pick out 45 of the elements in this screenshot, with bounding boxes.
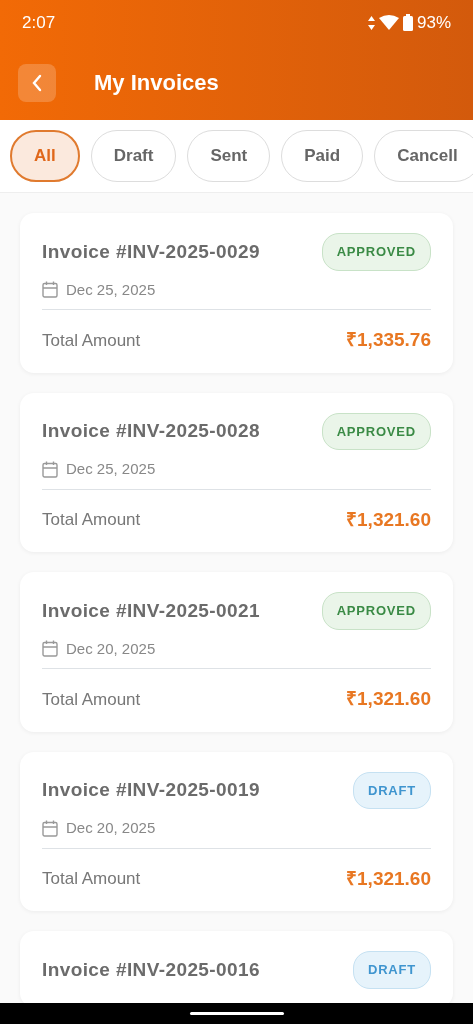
battery-percent: 93% bbox=[416, 11, 451, 34]
invoice-number: Invoice #INV-2025-0016 bbox=[42, 957, 260, 982]
invoice-number: Invoice #INV-2025-0028 bbox=[42, 419, 260, 443]
filter-chip[interactable]: Draft bbox=[90, 130, 177, 182]
filter-chip[interactable]: Sent bbox=[187, 130, 271, 182]
status-tag: APPROVED bbox=[321, 592, 431, 630]
filter-chip[interactable]: All bbox=[10, 130, 80, 182]
invoice-amount: ₹1,321.60 bbox=[346, 687, 431, 711]
status-tag: APPROVED bbox=[321, 412, 431, 450]
calendar-icon bbox=[42, 640, 58, 658]
status-time: 2:07 bbox=[22, 11, 56, 34]
invoice-date: Dec 25, 2025 bbox=[66, 459, 156, 479]
invoice-date: Dec 20, 2025 bbox=[66, 638, 156, 659]
invoice-number: Invoice #INV-2025-0021 bbox=[42, 598, 260, 623]
wifi-icon bbox=[378, 15, 399, 30]
amount-label: Total Amount bbox=[42, 868, 141, 890]
invoice-date: Dec 20, 2025 bbox=[66, 818, 156, 838]
status-tag: DRAFT bbox=[352, 951, 431, 989]
back-icon bbox=[30, 72, 44, 93]
invoice-amount: ₹1,321.60 bbox=[346, 507, 431, 532]
back-button[interactable] bbox=[18, 63, 56, 102]
invoice-amount: ₹1,321.60 bbox=[346, 866, 431, 891]
battery-icon bbox=[402, 14, 413, 31]
home-indicator[interactable] bbox=[189, 1012, 284, 1015]
status-tag: APPROVED bbox=[321, 233, 431, 271]
invoice-date: Dec 25, 2025 bbox=[66, 279, 156, 300]
calendar-icon bbox=[42, 819, 58, 837]
page-title: My Invoices bbox=[94, 69, 219, 97]
invoice-card[interactable]: Invoice #INV-2025-0016 DRAFT bbox=[20, 931, 453, 1003]
invoice-card[interactable]: Invoice #INV-2025-0028 APPROVED Dec 25, 2025 Total Amount ₹1,321.60 bbox=[20, 392, 453, 552]
amount-label: Total Amount bbox=[42, 688, 141, 711]
invoice-number: Invoice #INV-2025-0029 bbox=[42, 239, 260, 264]
invoice-card[interactable]: Invoice #INV-2025-0019 DRAFT Dec 20, 2025 Total Amount ₹1,321.60 bbox=[20, 751, 453, 911]
status-tag: DRAFT bbox=[352, 771, 431, 809]
amount-label: Total Amount bbox=[42, 509, 141, 531]
invoice-amount: ₹1,335.76 bbox=[346, 328, 431, 352]
amount-label: Total Amount bbox=[42, 329, 141, 352]
filter-chip[interactable]: Cancell bbox=[374, 130, 473, 182]
invoice-card[interactable]: Invoice #INV-2025-0021 APPROVED Dec 20, 2025 Total Amount ₹1,321.60 bbox=[20, 572, 453, 732]
filter-chip[interactable]: Paid bbox=[281, 130, 364, 182]
calendar-icon bbox=[42, 460, 58, 478]
calendar-icon bbox=[42, 281, 58, 299]
data-arrows-icon bbox=[367, 15, 375, 30]
invoice-number: Invoice #INV-2025-0019 bbox=[42, 778, 260, 802]
invoice-card[interactable]: Invoice #INV-2025-0029 APPROVED Dec 25, 2025 Total Amount ₹1,335.76 bbox=[20, 213, 453, 373]
